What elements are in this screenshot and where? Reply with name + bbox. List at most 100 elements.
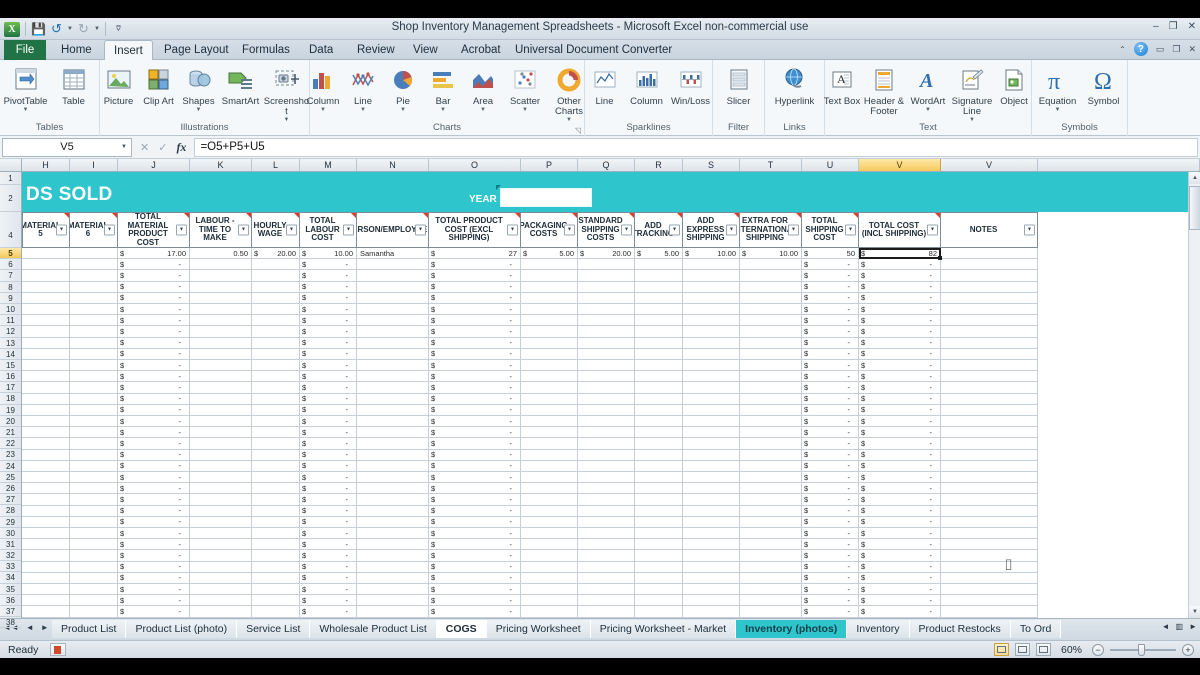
table-cell[interactable]: [941, 382, 1038, 394]
table-cell[interactable]: [252, 572, 300, 584]
table-cell[interactable]: $ -: [118, 404, 190, 416]
table-cell[interactable]: [941, 438, 1038, 450]
table-row[interactable]: $ - $ - $ - $ - $ -: [22, 404, 1188, 416]
table-cell[interactable]: [22, 584, 70, 596]
table-cell[interactable]: [190, 427, 252, 439]
shapes-button[interactable]: Shapes ▼: [179, 63, 219, 114]
table-cell[interactable]: [941, 416, 1038, 428]
row-header-8[interactable]: 8: [0, 282, 21, 293]
row-header-11[interactable]: 11: [0, 315, 21, 327]
table-cell[interactable]: [941, 595, 1038, 607]
table-cell[interactable]: [357, 281, 429, 293]
filter-dropdown-icon-7[interactable]: ▼: [507, 224, 518, 236]
table-cell[interactable]: [357, 270, 429, 282]
table-cell[interactable]: $ -: [118, 550, 190, 562]
table-cell[interactable]: $ -: [859, 326, 941, 338]
table-cell[interactable]: $ -: [118, 460, 190, 472]
filter-dropdown-icon-10[interactable]: ▼: [669, 224, 680, 236]
table-cell[interactable]: [578, 595, 635, 607]
prev-sheet-icon[interactable]: ◄: [26, 623, 34, 632]
table-row[interactable]: $ - $ - $ - $ - $ -: [22, 606, 1188, 618]
table-cell[interactable]: [190, 326, 252, 338]
enter-formula-icon[interactable]: ✓: [158, 141, 167, 154]
table-cell[interactable]: [521, 337, 578, 349]
table-cell[interactable]: [22, 248, 70, 260]
table-cell[interactable]: [740, 270, 802, 282]
name-box[interactable]: V5 ▼: [2, 137, 132, 157]
table-cell[interactable]: [578, 606, 635, 618]
table-cell[interactable]: [578, 393, 635, 405]
table-cell[interactable]: [252, 427, 300, 439]
table-cell[interactable]: [357, 382, 429, 394]
table-cell[interactable]: [683, 449, 740, 461]
table-cell[interactable]: $ -: [118, 539, 190, 551]
table-cell[interactable]: $ -: [429, 505, 521, 517]
table-cell[interactable]: [190, 360, 252, 372]
zoom-slider[interactable]: [1110, 643, 1176, 656]
table-cell[interactable]: [941, 584, 1038, 596]
area-chart-button[interactable]: Area ▼: [463, 63, 503, 114]
restore-button[interactable]: ❐: [1169, 21, 1178, 32]
row-header-2[interactable]: 2: [0, 185, 21, 212]
table-cell[interactable]: [357, 494, 429, 506]
pivot-table-caret-icon[interactable]: ▼: [23, 107, 29, 113]
row-header-6[interactable]: 6: [0, 259, 21, 271]
table-cell[interactable]: $ -: [802, 326, 859, 338]
table-cell[interactable]: $ -: [429, 416, 521, 428]
filter-dropdown-icon-0[interactable]: ▼: [56, 224, 67, 236]
row-header-14[interactable]: 14: [0, 349, 21, 360]
table-cell[interactable]: [357, 449, 429, 461]
table-cell[interactable]: [252, 539, 300, 551]
table-cell[interactable]: [252, 584, 300, 596]
table-cell[interactable]: [578, 292, 635, 304]
cancel-formula-icon[interactable]: ✕: [140, 141, 149, 154]
table-cell[interactable]: [578, 539, 635, 551]
table-cell[interactable]: Samantha: [357, 248, 429, 260]
table-cell[interactable]: [521, 472, 578, 484]
table-cell[interactable]: [635, 337, 683, 349]
table-cell[interactable]: $ -: [802, 584, 859, 596]
workbook-minimize-icon[interactable]: ▭: [1156, 44, 1165, 55]
table-cell[interactable]: [578, 550, 635, 562]
table-cell[interactable]: [190, 281, 252, 293]
table-cell[interactable]: [70, 382, 118, 394]
table-header-cell-3[interactable]: LABOUR - TIME TO MAKE ▼: [190, 212, 252, 248]
table-cell[interactable]: [357, 572, 429, 584]
equation-button[interactable]: π Equation ▼: [1034, 63, 1082, 114]
table-cell[interactable]: [357, 550, 429, 562]
table-cell[interactable]: [578, 494, 635, 506]
table-cell[interactable]: [635, 326, 683, 338]
table-row[interactable]: $ - $ - $ - $ - $ -: [22, 550, 1188, 562]
table-header-cell-7[interactable]: TOTAL PRODUCT COST (EXCL SHIPPING) ▼: [429, 212, 521, 248]
table-cell[interactable]: [190, 292, 252, 304]
table-cell[interactable]: [740, 326, 802, 338]
table-cell[interactable]: $ -: [118, 304, 190, 316]
table-cell[interactable]: [357, 539, 429, 551]
column-header-m-5[interactable]: M: [300, 159, 357, 171]
table-cell[interactable]: $ -: [118, 494, 190, 506]
row-header-38[interactable]: 38: [0, 617, 21, 629]
sheet-tab-service-list[interactable]: Service List: [237, 620, 311, 638]
table-cell[interactable]: [190, 304, 252, 316]
table-cell[interactable]: $ -: [802, 516, 859, 528]
ribbon-tab-file[interactable]: File: [4, 40, 46, 60]
row-header-25[interactable]: 25: [0, 472, 21, 483]
table-cell[interactable]: [941, 326, 1038, 338]
table-cell[interactable]: [683, 438, 740, 450]
table-cell[interactable]: [941, 292, 1038, 304]
table-cell[interactable]: $ -: [429, 337, 521, 349]
table-cell[interactable]: [70, 584, 118, 596]
table-cell[interactable]: [70, 449, 118, 461]
table-cell[interactable]: 0.50: [190, 248, 252, 260]
table-cell[interactable]: $ -: [802, 494, 859, 506]
sheet-tab-pricing-worksheet[interactable]: Pricing Worksheet: [486, 620, 591, 638]
table-cell[interactable]: $ -: [859, 606, 941, 618]
table-cell[interactable]: $ -: [859, 584, 941, 596]
table-cell[interactable]: [22, 595, 70, 607]
table-cell[interactable]: [578, 281, 635, 293]
table-cell[interactable]: [941, 528, 1038, 540]
table-cell[interactable]: [635, 550, 683, 562]
table-cell[interactable]: [190, 606, 252, 618]
filter-dropdown-icon-9[interactable]: ▼: [621, 224, 632, 236]
table-cell[interactable]: [740, 550, 802, 562]
